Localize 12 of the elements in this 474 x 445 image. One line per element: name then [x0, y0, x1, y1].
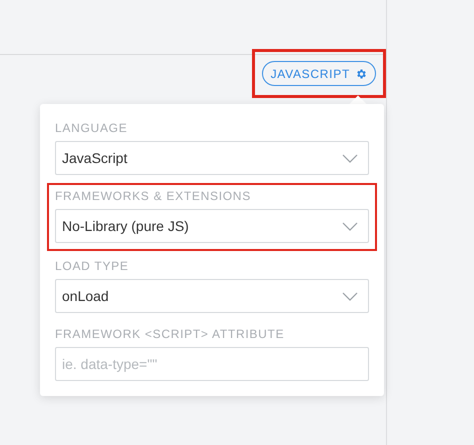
select-field[interactable]: JavaScript [55, 141, 369, 175]
field-label: LANGUAGE [55, 121, 128, 135]
settings-icon [355, 68, 367, 80]
select-field[interactable]: onLoad [55, 279, 369, 313]
chevron-down-icon [342, 222, 358, 230]
field-label: FRAMEWORKS & EXTENSIONS [55, 189, 252, 203]
input-field[interactable]: ie. data-type="" [55, 347, 369, 381]
chevron-down-icon [342, 292, 358, 300]
select-field[interactable]: No-Library (pure JS) [55, 209, 369, 243]
chevron-down-icon [342, 154, 358, 162]
field-label: FRAMEWORK <SCRIPT> ATTRIBUTE [55, 327, 286, 341]
field-label: LOAD TYPE [55, 259, 130, 273]
